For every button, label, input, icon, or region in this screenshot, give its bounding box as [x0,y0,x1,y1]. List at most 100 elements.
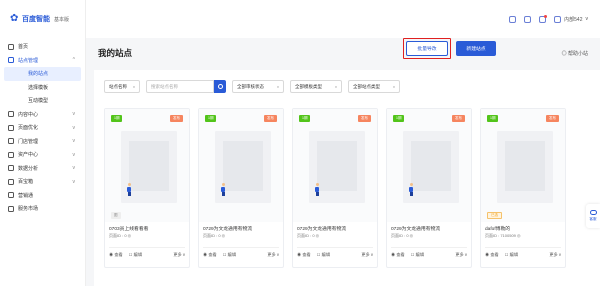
card-actions: ◉ 查看 ☐ 编辑 更多 v [485,247,561,259]
sidebar-item-store[interactable]: 门店管理 v [0,135,85,149]
sidebar-item-content[interactable]: 内容中心 v [0,108,85,122]
site-name-select[interactable]: 站点名称 v [104,80,140,93]
chevron-down-icon: v [72,178,76,185]
site-card[interactable]: 1期 发布 0729为文龙通用有物流 页面ID : 0 ◎ ◉ 查看 ☐ 编辑 … [292,108,378,268]
edit-button[interactable]: ☐ 编辑 [129,252,142,258]
chevron-down-icon: v [585,16,589,22]
notification-dot [544,14,548,18]
site-card[interactable]: 1期 发布 已选 dafof博勒的 页面ID : 7100509 ◎ ◉ 查看 … [480,108,566,268]
sidebar-item-home[interactable]: 首页 [0,40,85,54]
site-icon [8,57,14,64]
period-tag: 1期 [393,115,405,122]
search-icon [217,84,223,89]
help-circle-icon[interactable] [524,15,532,23]
chevron-down-icon: v [72,124,76,131]
select-value: 站点名称 [109,83,127,89]
site-card-list: 1期 发布 图 0703员上线看看看 页面ID : 0 ◎ ◉ 查看 ☐ 编辑 … [104,108,566,268]
site-card[interactable]: 1期 发布 0729为文龙通用有物流 页面ID : 0 ◎ ◉ 查看 ☐ 编辑 … [198,108,284,268]
home-icon [8,43,14,50]
chevron-down-icon: v [335,84,337,89]
more-button[interactable]: 更多 v [549,252,561,258]
sidebar-item-label: 内容中心 [18,111,39,118]
sidebar-item-toolbox[interactable]: 百宝箱 v [0,175,85,189]
publish-tag: 发布 [452,115,465,122]
customer-service-widget[interactable]: 客服 [586,204,600,228]
help-link[interactable]: ◎ 帮助小站 [562,50,588,57]
template-type-select[interactable]: 全部模板类型 v [290,80,342,93]
review-status-select[interactable]: 全部审核状态 v [232,80,284,93]
site-page-id: 页面ID : 0 ◎ [391,233,414,238]
edit-button[interactable]: ☐ 编辑 [317,252,330,258]
edition-label: 基本版 [54,16,70,23]
user-icon [554,15,562,23]
view-button[interactable]: ◉ 查看 [297,252,311,258]
site-type-select[interactable]: 全部站点类型 v [348,80,400,93]
paw-logo-icon: ✿ [10,13,19,24]
chevron-up-icon: ^ [72,57,75,64]
chevron-down-icon: v [72,151,76,158]
new-site-button[interactable]: 新建站点 [456,41,496,56]
person-illustration [127,183,131,196]
select-value: 全部模板类型 [295,83,322,89]
logo[interactable]: ✿ 百度智能 基本版 [0,0,85,38]
card-actions: ◉ 查看 ☐ 编辑 更多 v [391,247,467,259]
sidebar-item-optimize[interactable]: 页面优化 v [0,121,85,135]
more-button[interactable]: 更多 v [173,252,185,258]
edit-button[interactable]: ☐ 编辑 [411,252,424,258]
batch-edit-button[interactable]: 批量导改 [406,41,448,56]
edit-button[interactable]: ☐ 编辑 [505,252,518,258]
view-button[interactable]: ◉ 查看 [203,252,217,258]
sidebar-item-analytics[interactable]: 数据分析 v [0,162,85,176]
market-icon [8,205,14,212]
publish-tag: 发布 [358,115,371,122]
bell-icon[interactable] [539,14,548,23]
view-button[interactable]: ◉ 查看 [391,252,405,258]
site-page-id: 页面ID : 0 ◎ [297,233,320,238]
person-illustration [315,183,319,196]
view-button[interactable]: ◉ 查看 [485,252,499,258]
card-actions: ◉ 查看 ☐ 编辑 更多 v [203,247,279,259]
search-input[interactable]: 搜索站点名称 [146,80,214,93]
search-button[interactable] [214,80,226,93]
site-card[interactable]: 1期 发布 图 0703员上线看看看 页面ID : 0 ◎ ◉ 查看 ☐ 编辑 … [104,108,190,268]
message-icon[interactable] [509,15,517,23]
more-button[interactable]: 更多 v [361,252,373,258]
sidebar-item-site-management[interactable]: 站点管理 ^ [0,54,85,68]
site-thumbnail[interactable]: 1期 发布 已选 [481,109,565,222]
sidebar-item-assets[interactable]: 资产中心 v [0,148,85,162]
optimize-icon [8,124,14,131]
sidebar-item-market[interactable]: 服务市场 [0,202,85,216]
site-title: 0729为文龙通用有物流 [203,227,253,232]
sidebar-item-templates[interactable]: 选择模板 [0,81,85,95]
site-thumbnail[interactable]: 1期 发布 [293,109,377,222]
site-page-id: 页面ID : 0 ◎ [203,233,226,238]
sidebar-item-marketing[interactable]: 营销通 [0,189,85,203]
period-tag: 1期 [111,115,123,122]
more-button[interactable]: 更多 v [455,252,467,258]
site-thumbnail[interactable]: 1期 发布 图 [105,109,189,222]
chevron-down-icon: v [277,84,279,89]
site-thumbnail[interactable]: 1期 发布 [387,109,471,222]
view-button[interactable]: ◉ 查看 [109,252,123,258]
site-page-id: 页面ID : 7100509 ◎ [485,233,521,238]
sidebar-nav: 首页 站点管理 ^ 我的站点 选择模板 互动模型 内容中心 v 页面优化 v 门… [0,38,85,216]
site-title: 0729为文龙通用有物流 [391,227,441,232]
publish-tag: 发布 [546,115,559,122]
sidebar-item-label: 选择模板 [28,84,49,91]
sidebar-item-interactive[interactable]: 互动模型 [0,94,85,108]
site-title: 0729为文龙通用有物流 [297,227,347,232]
sidebar-item-my-sites[interactable]: 我的站点 [4,67,81,81]
select-value: 全部审核状态 [237,83,264,89]
site-card[interactable]: 1期 发布 0729为文龙通用有物流 页面ID : 0 ◎ ◉ 查看 ☐ 编辑 … [386,108,472,268]
user-menu[interactable]: 内部542 v [554,15,589,23]
filter-bar: 站点名称 v 搜索站点名称 全部审核状态 v 全部模板类型 v 全部站点类型 v [104,80,400,93]
edit-button[interactable]: ☐ 编辑 [223,252,236,258]
asset-icon [8,151,14,158]
more-button[interactable]: 更多 v [267,252,279,258]
sidebar-item-label: 互动模型 [28,98,49,105]
sidebar-item-label: 服务市场 [18,206,39,213]
sidebar-item-label: 数据分析 [18,165,39,172]
chevron-down-icon: v [72,165,76,172]
site-thumbnail[interactable]: 1期 发布 [199,109,283,222]
card-badge: 图 [111,212,121,219]
